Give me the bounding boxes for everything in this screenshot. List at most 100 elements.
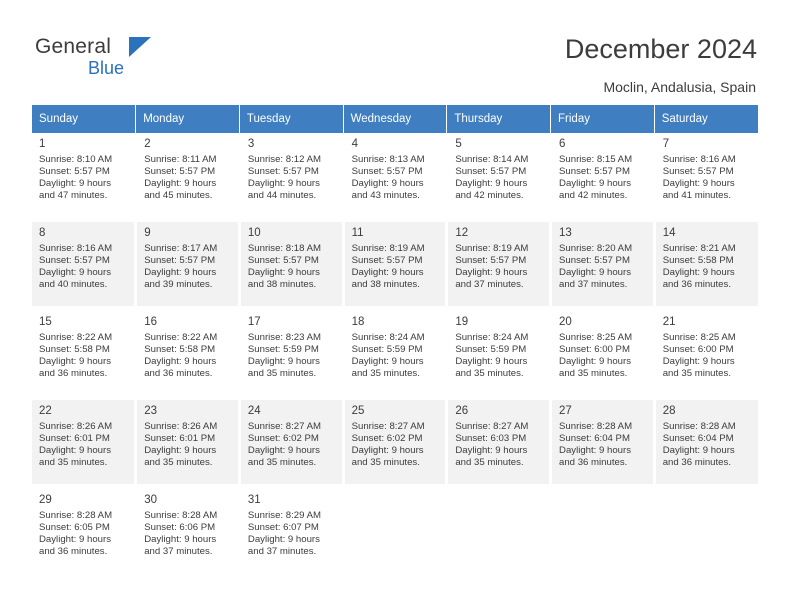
calendar-day-cell[interactable]: 23 Sunrise: 8:26 AM Sunset: 6:01 PM Dayl… xyxy=(135,399,241,489)
logo[interactable]: General Blue xyxy=(35,35,195,83)
sunset-text: Sunset: 6:04 PM xyxy=(559,433,630,445)
sunset-text: Sunset: 5:59 PM xyxy=(351,344,423,356)
day-number: 14 xyxy=(662,227,676,239)
calendar-day-cell[interactable]: 25 Sunrise: 8:27 AM Sunset: 6:02 PM Dayl… xyxy=(343,399,449,489)
sunrise-text: Sunrise: 8:19 AM xyxy=(351,243,425,254)
daylight-text-line1: Daylight: 9 hours xyxy=(247,178,320,190)
calendar-day-cell[interactable]: 29 Sunrise: 8:28 AM Sunset: 6:05 PM Dayl… xyxy=(32,488,138,578)
day-number: 5 xyxy=(455,138,462,150)
daylight-text-line2: and 35 minutes. xyxy=(39,457,108,469)
calendar-day-cell[interactable]: 24 Sunrise: 8:27 AM Sunset: 6:02 PM Dayl… xyxy=(239,399,345,489)
daylight-text-line1: Daylight: 9 hours xyxy=(247,267,320,279)
sunrise-text: Sunrise: 8:23 AM xyxy=(247,332,321,343)
daylight-text-line2: and 36 minutes. xyxy=(39,368,108,380)
day-number: 8 xyxy=(39,227,46,239)
sunrise-text: Sunrise: 8:28 AM xyxy=(39,510,113,521)
daylight-text-line2: and 47 minutes. xyxy=(39,190,108,202)
calendar-day-cell[interactable]: 22 Sunrise: 8:26 AM Sunset: 6:01 PM Dayl… xyxy=(32,399,138,489)
calendar-week-row: 29 Sunrise: 8:28 AM Sunset: 6:05 PM Dayl… xyxy=(32,488,758,578)
daylight-text-line1: Daylight: 9 hours xyxy=(247,445,320,457)
sunset-text: Sunset: 6:00 PM xyxy=(559,344,630,356)
sunset-text: Sunset: 5:59 PM xyxy=(455,344,527,356)
daylight-text-line2: and 35 minutes. xyxy=(247,368,317,380)
calendar-day-cell[interactable]: 17 Sunrise: 8:23 AM Sunset: 5:59 PM Dayl… xyxy=(239,310,345,400)
daylight-text-line2: and 41 minutes. xyxy=(662,190,731,202)
daylight-text-line1: Daylight: 9 hours xyxy=(662,445,735,457)
daylight-text-line2: and 36 minutes. xyxy=(662,279,731,291)
calendar-day-cell[interactable]: 14 Sunrise: 8:21 AM Sunset: 5:58 PM Dayl… xyxy=(654,221,758,311)
calendar-day-cell[interactable]: 5 Sunrise: 8:14 AM Sunset: 5:57 PM Dayli… xyxy=(446,133,553,222)
calendar-day-cell[interactable]: 27 Sunrise: 8:28 AM Sunset: 6:04 PM Dayl… xyxy=(550,399,656,489)
daylight-text-line2: and 35 minutes. xyxy=(351,457,420,469)
calendar-day-cell[interactable]: 13 Sunrise: 8:20 AM Sunset: 5:57 PM Dayl… xyxy=(550,221,656,311)
daylight-text-line1: Daylight: 9 hours xyxy=(455,356,528,368)
calendar-day-cell[interactable]: 2 Sunrise: 8:11 AM Sunset: 5:57 PM Dayli… xyxy=(135,133,241,222)
calendar-day-cell[interactable]: 3 Sunrise: 8:12 AM Sunset: 5:57 PM Dayli… xyxy=(239,133,345,222)
calendar-day-cell[interactable]: 15 Sunrise: 8:22 AM Sunset: 5:58 PM Dayl… xyxy=(32,310,138,400)
sunset-text: Sunset: 5:58 PM xyxy=(662,255,734,267)
sunrise-text: Sunrise: 8:17 AM xyxy=(144,243,218,254)
daylight-text-line1: Daylight: 9 hours xyxy=(351,178,424,190)
calendar-day-cell[interactable]: 9 Sunrise: 8:17 AM Sunset: 5:57 PM Dayli… xyxy=(135,221,241,311)
daylight-text-line2: and 36 minutes. xyxy=(39,546,108,558)
sunset-text: Sunset: 5:57 PM xyxy=(559,255,630,267)
calendar-day-cell[interactable]: 16 Sunrise: 8:22 AM Sunset: 5:58 PM Dayl… xyxy=(135,310,241,400)
day-number: 23 xyxy=(144,405,157,417)
calendar-day-cell[interactable]: 10 Sunrise: 8:18 AM Sunset: 5:57 PM Dayl… xyxy=(239,221,345,311)
day-number: 15 xyxy=(39,316,52,328)
daylight-text-line2: and 45 minutes. xyxy=(144,190,213,202)
sunset-text: Sunset: 5:57 PM xyxy=(39,166,110,178)
calendar-day-cell[interactable]: 21 Sunrise: 8:25 AM Sunset: 6:00 PM Dayl… xyxy=(654,310,758,400)
daylight-text-line2: and 42 minutes. xyxy=(559,190,628,202)
day-number: 29 xyxy=(39,494,52,506)
calendar-day-cell[interactable]: 19 Sunrise: 8:24 AM Sunset: 5:59 PM Dayl… xyxy=(446,310,553,400)
day-number: 20 xyxy=(559,316,572,328)
calendar-day-cell[interactable]: 28 Sunrise: 8:28 AM Sunset: 6:04 PM Dayl… xyxy=(654,399,758,489)
calendar-day-cell-empty xyxy=(343,488,449,578)
daylight-text-line2: and 43 minutes. xyxy=(351,190,420,202)
daylight-text-line2: and 44 minutes. xyxy=(247,190,317,202)
day-number: 2 xyxy=(144,138,151,150)
day-number: 6 xyxy=(559,138,566,150)
calendar-day-cell-empty xyxy=(550,488,656,578)
sunset-text: Sunset: 6:07 PM xyxy=(247,522,319,534)
sunrise-text: Sunrise: 8:26 AM xyxy=(144,421,218,432)
calendar-day-cell[interactable]: 30 Sunrise: 8:28 AM Sunset: 6:06 PM Dayl… xyxy=(135,488,241,578)
calendar-day-cell[interactable]: 26 Sunrise: 8:27 AM Sunset: 6:03 PM Dayl… xyxy=(446,399,553,489)
sunset-text: Sunset: 6:02 PM xyxy=(351,433,423,445)
weekday-header-friday: Friday xyxy=(550,105,655,133)
calendar-day-cell-empty xyxy=(654,488,758,578)
calendar-day-cell[interactable]: 8 Sunrise: 8:16 AM Sunset: 5:57 PM Dayli… xyxy=(32,221,138,311)
daylight-text-line2: and 35 minutes. xyxy=(455,368,524,380)
calendar-day-cell[interactable]: 12 Sunrise: 8:19 AM Sunset: 5:57 PM Dayl… xyxy=(446,221,553,311)
calendar-day-cell[interactable]: 1 Sunrise: 8:10 AM Sunset: 5:57 PM Dayli… xyxy=(32,133,138,222)
calendar-day-cell[interactable]: 20 Sunrise: 8:25 AM Sunset: 6:00 PM Dayl… xyxy=(550,310,656,400)
sunset-text: Sunset: 5:57 PM xyxy=(39,255,110,267)
calendar-week-row: 1 Sunrise: 8:10 AM Sunset: 5:57 PM Dayli… xyxy=(32,133,758,222)
daylight-text-line1: Daylight: 9 hours xyxy=(559,356,632,368)
daylight-text-line2: and 36 minutes. xyxy=(144,368,213,380)
sunset-text: Sunset: 6:01 PM xyxy=(39,433,110,445)
day-number: 11 xyxy=(351,227,364,239)
calendar-day-cell[interactable]: 4 Sunrise: 8:13 AM Sunset: 5:57 PM Dayli… xyxy=(343,133,449,222)
sunset-text: Sunset: 5:57 PM xyxy=(247,166,319,178)
day-number: 3 xyxy=(247,138,255,150)
daylight-text-line1: Daylight: 9 hours xyxy=(455,178,528,190)
daylight-text-line1: Daylight: 9 hours xyxy=(455,267,528,279)
sunrise-text: Sunrise: 8:27 AM xyxy=(455,421,529,432)
daylight-text-line1: Daylight: 9 hours xyxy=(39,534,111,546)
daylight-text-line2: and 38 minutes. xyxy=(351,279,420,291)
calendar-day-cell[interactable]: 7 Sunrise: 8:16 AM Sunset: 5:57 PM Dayli… xyxy=(654,133,758,222)
sunrise-text: Sunrise: 8:16 AM xyxy=(662,154,736,165)
calendar-day-cell[interactable]: 31 Sunrise: 8:29 AM Sunset: 6:07 PM Dayl… xyxy=(239,488,345,578)
sunset-text: Sunset: 5:58 PM xyxy=(144,344,216,356)
day-number: 24 xyxy=(247,405,261,417)
calendar-day-cell[interactable]: 11 Sunrise: 8:19 AM Sunset: 5:57 PM Dayl… xyxy=(343,221,449,311)
calendar-week-row: 15 Sunrise: 8:22 AM Sunset: 5:58 PM Dayl… xyxy=(32,310,758,400)
sunrise-text: Sunrise: 8:18 AM xyxy=(247,243,321,254)
calendar-day-cell[interactable]: 6 Sunrise: 8:15 AM Sunset: 5:57 PM Dayli… xyxy=(550,133,656,222)
daylight-text-line1: Daylight: 9 hours xyxy=(662,267,735,279)
calendar-day-cell[interactable]: 18 Sunrise: 8:24 AM Sunset: 5:59 PM Dayl… xyxy=(343,310,449,400)
daylight-text-line2: and 38 minutes. xyxy=(247,279,317,291)
weekday-header-wednesday: Wednesday xyxy=(343,105,448,133)
